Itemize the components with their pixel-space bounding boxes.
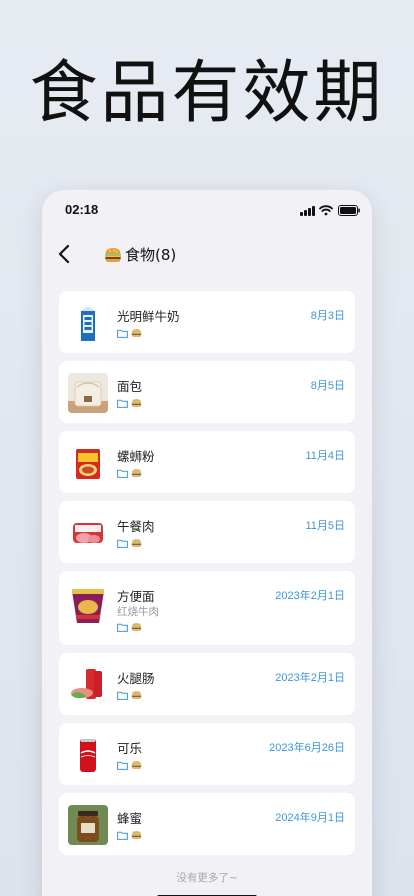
honey-jar-image: [68, 805, 108, 845]
list-item[interactable]: 面包 8月5日: [59, 361, 355, 423]
item-meta: [117, 468, 142, 478]
item-expiry-date: 11月4日: [305, 450, 345, 462]
folder-icon: [117, 623, 128, 632]
folder-icon: [117, 399, 128, 408]
cola-can-image: [68, 735, 108, 775]
folder-icon: [117, 761, 128, 770]
item-expiry-date: 11月5日: [305, 520, 345, 532]
folder-icon: [117, 539, 128, 548]
item-meta: [117, 760, 142, 770]
burger-small-icon: [131, 623, 142, 631]
status-bar: 02:18: [42, 190, 372, 232]
promo-title: 食品有效期: [29, 54, 385, 133]
nav-title-text: 食物(8): [125, 246, 177, 264]
bread-loaf-image: [68, 373, 108, 413]
nav-bar: 食物(8): [42, 232, 372, 276]
item-meta: [117, 622, 142, 632]
list-end-note: 没有更多了~: [176, 872, 238, 884]
item-expiry-date: 2023年2月1日: [275, 590, 345, 602]
burger-small-icon: [131, 539, 142, 547]
folder-icon: [117, 691, 128, 700]
item-name: 方便面: [117, 589, 155, 604]
item-expiry-date: 2023年6月26日: [269, 742, 345, 754]
burger-small-icon: [131, 399, 142, 407]
item-expiry-date: 2024年9月1日: [275, 812, 345, 824]
battery-icon: [338, 205, 360, 216]
item-name: 蜂蜜: [117, 811, 143, 826]
list-item[interactable]: 光明鲜牛奶 8月3日: [59, 291, 355, 353]
list-item[interactable]: 方便面 2023年2月1日 红烧牛肉: [59, 571, 355, 645]
burger-small-icon: [131, 469, 142, 477]
ham-sausage-image: [68, 665, 108, 705]
item-name: 螺蛳粉: [117, 449, 155, 464]
list-item[interactable]: 火腿肠 2023年2月1日: [59, 653, 355, 715]
item-meta: [117, 328, 142, 338]
phone-screen: 02:18 食物(8) 光明鲜牛奶 8月3日 面包 8月5日 螺蛳粉 11月4日…: [42, 190, 372, 896]
list-item[interactable]: 午餐肉 11月5日: [59, 501, 355, 563]
item-expiry-date: 8月5日: [310, 380, 345, 392]
burger-small-icon: [131, 329, 142, 337]
item-name: 午餐肉: [117, 519, 155, 534]
burger-small-icon: [131, 831, 142, 839]
noodle-package-image: [68, 443, 108, 483]
signal-icon: [300, 206, 316, 216]
item-expiry-date: 8月3日: [310, 310, 345, 322]
item-meta: [117, 830, 142, 840]
hamburger-icon: [105, 247, 121, 262]
status-time: 02:18: [65, 202, 99, 217]
luncheon-meat-image: [68, 513, 108, 553]
wifi-icon: [319, 205, 333, 216]
chevron-left-icon[interactable]: [52, 240, 78, 268]
burger-small-icon: [131, 761, 142, 769]
folder-icon: [117, 329, 128, 338]
folder-icon: [117, 469, 128, 478]
item-meta: [117, 398, 142, 408]
item-meta: [117, 538, 142, 548]
instant-noodle-cup-image: [68, 585, 108, 625]
burger-small-icon: [131, 691, 142, 699]
page-title: 食物(8): [104, 244, 176, 265]
milk-carton-image: [68, 303, 108, 343]
item-subtitle: 红烧牛肉: [117, 606, 159, 618]
list-item[interactable]: 蜂蜜 2024年9月1日: [59, 793, 355, 855]
item-name: 火腿肠: [117, 671, 155, 686]
list-item[interactable]: 螺蛳粉 11月4日: [59, 431, 355, 493]
item-expiry-date: 2023年2月1日: [275, 672, 345, 684]
item-meta: [117, 690, 142, 700]
item-name: 面包: [117, 379, 143, 394]
list-item[interactable]: 可乐 2023年6月26日: [59, 723, 355, 785]
folder-icon: [117, 831, 128, 840]
item-name: 可乐: [117, 741, 143, 756]
item-name: 光明鲜牛奶: [117, 309, 180, 324]
